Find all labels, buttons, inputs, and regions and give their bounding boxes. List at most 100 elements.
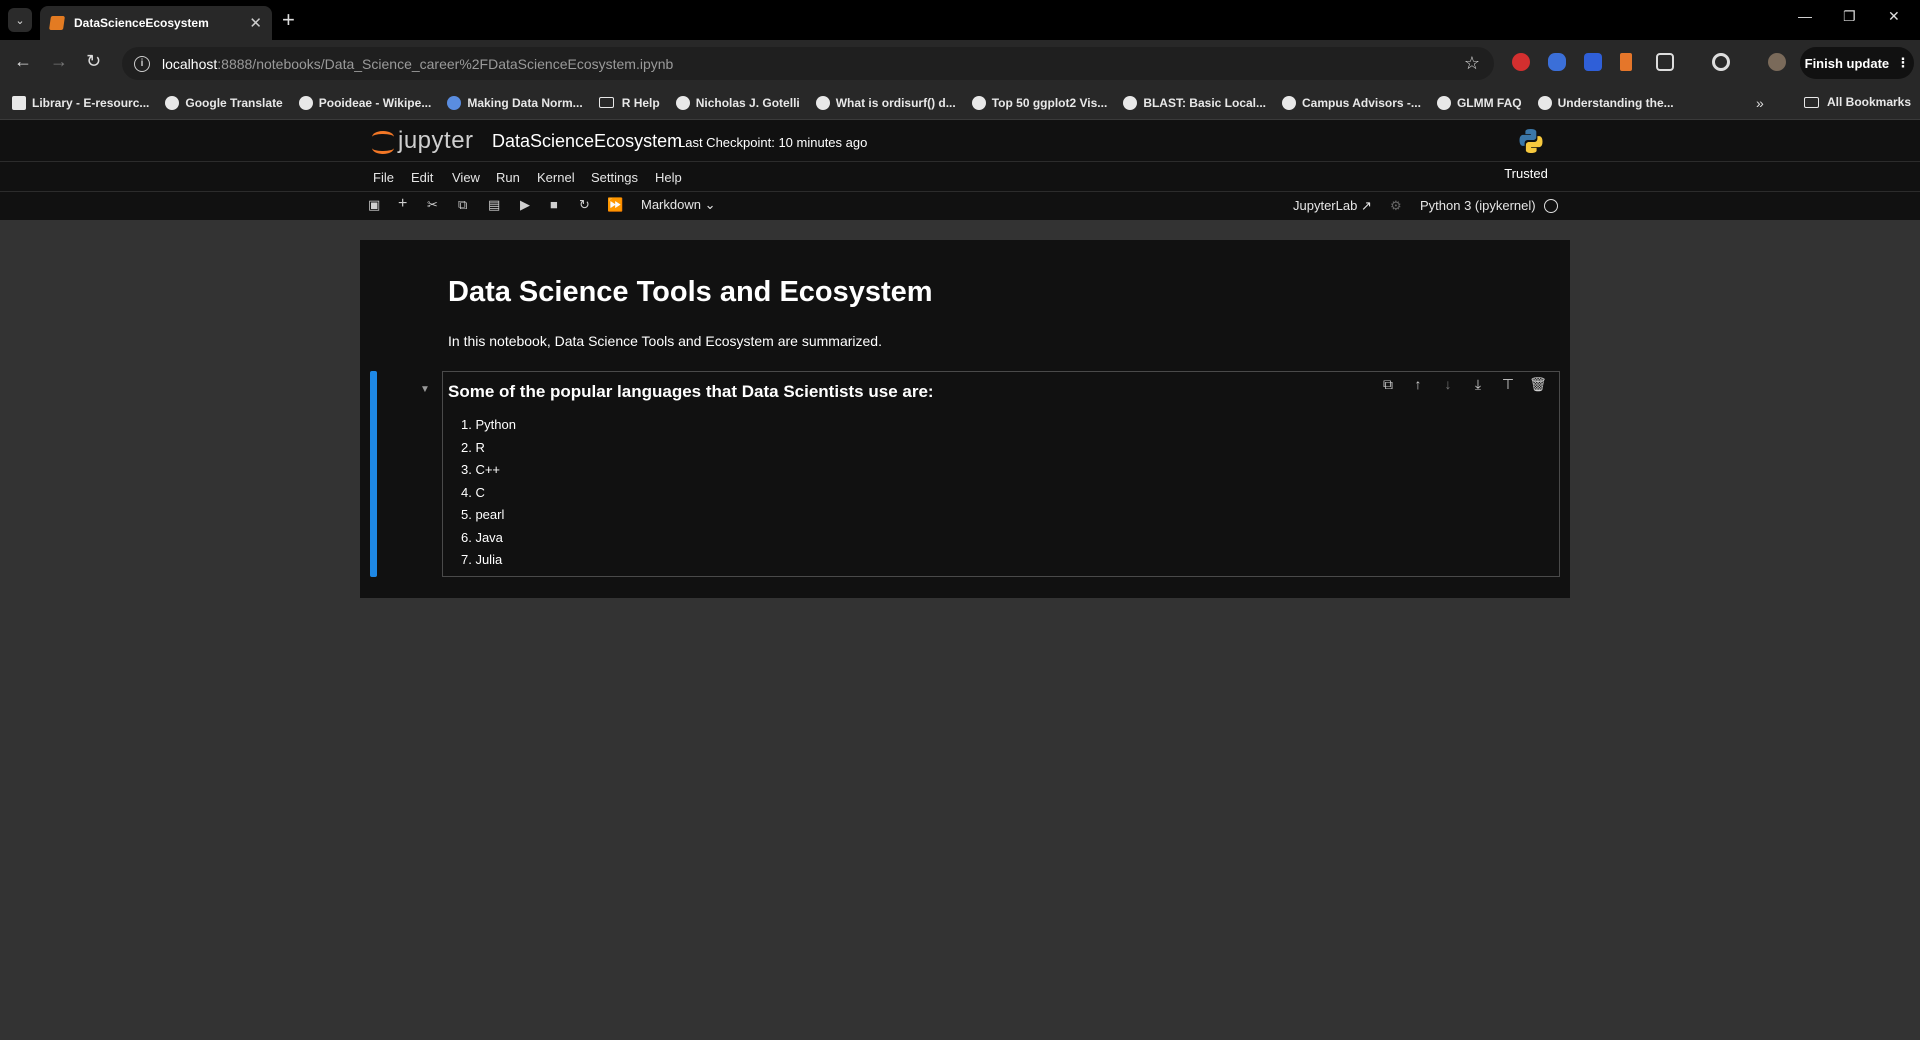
move-down-icon[interactable]: ↓ [1433, 376, 1463, 393]
bookmark-label: Campus Advisors -... [1302, 95, 1421, 110]
move-up-icon[interactable]: ↑ [1403, 376, 1433, 393]
jupyter-header: jupyter DataScienceEcosystem Last Checkp… [0, 120, 1920, 162]
notebook-toolbar: ▣ + ✂ ⧉ ▤ ▶ ■ ↻ ⏩ Markdown ⌄ JupyterLab … [0, 192, 1920, 220]
bookmark-label: Making Data Norm... [467, 95, 583, 110]
kernel-name[interactable]: Python 3 (ipykernel) [1420, 198, 1536, 213]
duplicate-cell-icon[interactable]: ⧉ [1373, 376, 1403, 393]
jupyter-menubar: File Edit View Run Kernel Settings Help … [0, 162, 1920, 192]
paste-icon[interactable]: ▤ [488, 197, 500, 213]
restart-run-all-icon[interactable]: ⏩ [607, 197, 623, 213]
url-host: localhost [162, 55, 218, 72]
notebook-favicon-icon [49, 16, 65, 30]
chevron-down-icon: ⌄ [704, 197, 716, 212]
globe-icon [675, 95, 690, 110]
folder-icon [598, 97, 614, 108]
bookmark-label: Google Translate [185, 95, 283, 110]
extension-shield-icon[interactable] [1548, 53, 1566, 71]
kernel-status-icon [1544, 199, 1558, 213]
bookmarks-bar: Library - E-resourc... Google Translate … [0, 86, 1920, 120]
bookmark-item[interactable]: Library - E-resourc... [12, 95, 149, 110]
bookmark-item[interactable]: What is ordisurf() d... [815, 95, 956, 110]
bookmark-item[interactable]: GLMM FAQ [1436, 95, 1522, 110]
all-bookmarks-button[interactable]: All Bookmarks [1804, 95, 1911, 109]
bookmark-item[interactable]: Making Data Norm... [447, 95, 583, 110]
markdown-cell-active[interactable]: Some of the popular languages that Data … [442, 371, 1560, 577]
restart-icon[interactable]: ↻ [579, 197, 590, 213]
bookmark-item[interactable]: Nicholas J. Gotelli [675, 95, 800, 110]
bookmark-item[interactable]: Top 50 ggplot2 Vis... [971, 95, 1107, 110]
window-close-icon[interactable]: ✕ [1888, 8, 1900, 25]
menu-run[interactable]: Run [496, 170, 520, 185]
cell-action-toolbar: ⧉ ↑ ↓ ⤓ ⊤ 🗑 [1373, 376, 1553, 393]
cut-icon[interactable]: ✂ [427, 197, 438, 213]
menu-kernel[interactable]: Kernel [537, 170, 575, 185]
globe-icon [298, 95, 313, 110]
interrupt-icon[interactable]: ■ [550, 197, 558, 212]
new-tab-icon[interactable]: + [282, 7, 295, 33]
list-item: 1. Python [461, 417, 516, 432]
insert-cell-icon[interactable]: + [398, 195, 407, 213]
notebook-name[interactable]: DataScienceEcosystem [492, 131, 682, 152]
reload-icon[interactable]: ↻ [86, 51, 101, 72]
trusted-indicator[interactable]: Trusted [1494, 162, 1558, 184]
forward-icon[interactable]: → [50, 51, 68, 72]
menu-settings[interactable]: Settings [591, 170, 638, 185]
jupyterlab-link[interactable]: JupyterLab ↗ [1293, 198, 1372, 214]
extension-mendeley-icon[interactable] [1620, 53, 1632, 71]
restore-icon[interactable]: ❐ [1843, 8, 1856, 25]
minimize-icon[interactable]: — [1798, 8, 1812, 24]
browser-tabstrip: ⌄ DataScienceEcosystem ✕ + — ❐ ✕ [0, 0, 1920, 40]
url-path: :8888/notebooks/Data_Science_career%2FDa… [217, 55, 674, 72]
finish-update-label: Finish update [1804, 55, 1890, 71]
menu-view[interactable]: View [452, 170, 480, 185]
menu-file[interactable]: File [373, 170, 394, 185]
extensions-puzzle-icon[interactable] [1656, 53, 1674, 71]
bookmark-label: Pooideae - Wikipe... [318, 95, 432, 110]
address-bar[interactable]: i localhost:8888/notebooks/Data_Science_… [122, 47, 1494, 80]
run-icon[interactable]: ▶ [520, 197, 530, 213]
bookmark-label: Understanding the... [1557, 95, 1674, 110]
bookmark-item[interactable]: Pooideae - Wikipe... [298, 95, 432, 110]
menu-help[interactable]: Help [655, 170, 682, 185]
url-text: localhost:8888/notebooks/Data_Science_ca… [162, 56, 673, 72]
browser-tab-active[interactable]: DataScienceEcosystem ✕ [40, 6, 272, 40]
python-kernel-icon [1519, 129, 1543, 153]
insert-above-icon[interactable]: ⤓ [1463, 376, 1493, 393]
bookmark-label: R Help [621, 95, 660, 110]
tab-close-icon[interactable]: ✕ [249, 14, 262, 32]
finish-update-button[interactable]: Finish update ⋮ [1800, 47, 1914, 79]
list-item: 4. C [461, 484, 485, 500]
bookmark-item[interactable]: R Help [598, 95, 660, 110]
bookmark-item[interactable]: BLAST: Basic Local... [1123, 95, 1267, 110]
bookmarks-overflow-icon[interactable]: » [1756, 95, 1764, 111]
bookmark-item[interactable]: Campus Advisors -... [1282, 95, 1421, 110]
menu-edit[interactable]: Edit [411, 170, 433, 185]
profile-avatar-icon[interactable] [1768, 53, 1786, 71]
bookmark-label: What is ordisurf() d... [835, 95, 956, 110]
site-info-icon[interactable]: i [134, 55, 150, 72]
save-icon[interactable]: ▣ [368, 197, 380, 213]
bookmark-item[interactable]: Understanding the... [1537, 95, 1674, 110]
extension-adblock-icon[interactable] [1512, 53, 1530, 71]
insert-below-icon[interactable]: ⊤ [1493, 376, 1523, 393]
tab-search-chevron-icon[interactable]: ⌄ [8, 8, 32, 32]
list-item: 2. R [461, 439, 485, 455]
jupyter-logo[interactable]: jupyter [372, 127, 474, 155]
copy-icon[interactable]: ⧉ [458, 197, 467, 213]
google-account-icon[interactable] [1712, 53, 1730, 71]
globe-icon [1282, 95, 1297, 110]
delete-cell-icon[interactable]: 🗑 [1523, 376, 1553, 393]
bookmark-item[interactable]: Google Translate [165, 95, 283, 110]
bookmark-star-icon[interactable]: ☆ [1464, 53, 1480, 74]
jupyter-logo-icon [372, 128, 394, 154]
collapse-caret-icon[interactable]: ▼ [420, 384, 430, 395]
cell-type-select[interactable]: Markdown ⌄ [641, 197, 716, 213]
jupyter-logo-text: jupyter [398, 127, 474, 154]
active-cell-indicator[interactable] [370, 371, 377, 577]
back-icon[interactable]: ← [14, 51, 32, 72]
bookmark-label: BLAST: Basic Local... [1143, 95, 1267, 110]
extension-bitwarden-icon[interactable] [1584, 53, 1602, 71]
kernel-settings-gear-icon[interactable]: ⚙ [1390, 198, 1402, 214]
languages-heading: Some of the popular languages that Data … [448, 382, 934, 401]
library-icon [12, 95, 26, 110]
